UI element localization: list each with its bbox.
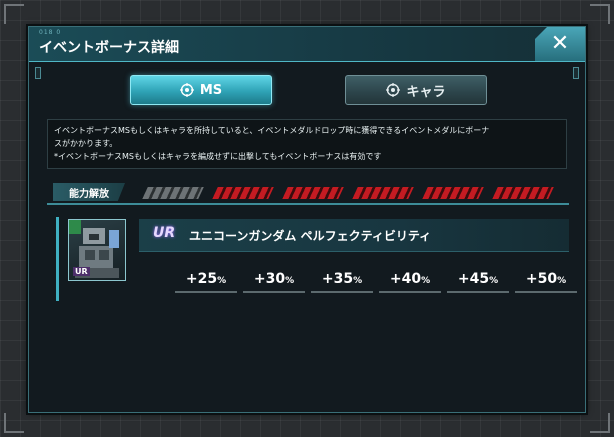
bonus-value: +30 <box>253 271 286 287</box>
tab-ms[interactable]: MS <box>130 75 272 105</box>
bonus-value: +50 <box>525 271 558 287</box>
bonus-unit: % <box>285 276 295 286</box>
bonus-level-1: +25% <box>175 271 237 293</box>
description-line-2: スがかかります。 <box>54 139 118 148</box>
frame-corner-bottom-left <box>4 413 24 433</box>
target-icon <box>179 83 194 97</box>
tab-chara-label: キャラ <box>406 84 446 100</box>
bonus-level-3: +35% <box>311 271 373 293</box>
tab-chara[interactable]: キャラ <box>345 75 487 105</box>
bonus-unit: % <box>421 276 431 286</box>
event-bonus-dialog: 018 0 イベントボーナス詳細 ✕ MS キャラ イベントボーナスMSもしくは… <box>28 26 586 413</box>
unit-name: ユニコーンガンダム ペルフェクティビリティ <box>189 229 432 243</box>
bonus-unit: % <box>353 276 363 286</box>
title-code: 018 0 <box>39 29 62 36</box>
target-icon <box>386 83 401 97</box>
unlock-slot-4 <box>352 187 414 199</box>
bonus-value: +35 <box>321 271 354 287</box>
frame-corner-bottom-right <box>590 413 610 433</box>
close-icon: ✕ <box>550 31 570 56</box>
bonus-level-6: +50% <box>515 271 577 293</box>
unlock-slot-6 <box>492 187 554 199</box>
description-line-3: *イベントボーナスMSもしくはキャラを編成せずに出撃してもイベントボーナスは有効… <box>54 152 382 161</box>
unit-card[interactable]: UR UR ユニコーンガンダム ペルフェクティビリティ +25% +30% +3… <box>56 217 577 301</box>
ability-unlock-label: 能力解放 <box>53 183 125 201</box>
frame-corner-top-right <box>590 4 610 24</box>
dialog-title-bar: 018 0 イベントボーナス詳細 ✕ <box>29 27 585 62</box>
ability-unlock-bar: 能力解放 <box>47 183 569 205</box>
unit-name-bar: UR ユニコーンガンダム ペルフェクティビリティ <box>139 219 569 252</box>
bonus-unit: % <box>489 276 499 286</box>
unlock-slot-2 <box>212 187 274 199</box>
unit-thumbnail[interactable]: UR <box>68 219 126 281</box>
rarity-badge: UR <box>153 225 176 241</box>
frame-tick-right <box>573 67 579 79</box>
close-button[interactable]: ✕ <box>535 27 585 61</box>
bonus-value: +45 <box>457 271 490 287</box>
bonus-level-4: +40% <box>379 271 441 293</box>
bonus-level-2: +30% <box>243 271 305 293</box>
bonus-value: +40 <box>389 271 422 287</box>
thumbnail-rarity-badge: UR <box>73 267 90 276</box>
unlock-slot-1 <box>142 187 204 199</box>
dialog-title: イベントボーナス詳細 <box>39 40 179 56</box>
description-line-1: イベントボーナスMSもしくはキャラを所持していると、イベントメダルドロップ時に獲… <box>54 126 490 135</box>
bonus-value: +25 <box>185 271 218 287</box>
bonus-unit: % <box>557 276 567 286</box>
bonus-level-5: +45% <box>447 271 509 293</box>
unlock-slot-3 <box>282 187 344 199</box>
bonus-unit: % <box>217 276 227 286</box>
unlock-slot-5 <box>422 187 484 199</box>
tab-ms-label: MS <box>199 82 223 98</box>
description-box: イベントボーナスMSもしくはキャラを所持していると、イベントメダルドロップ時に獲… <box>47 119 567 169</box>
frame-tick-left <box>35 67 41 79</box>
frame-corner-top-left <box>4 4 24 24</box>
